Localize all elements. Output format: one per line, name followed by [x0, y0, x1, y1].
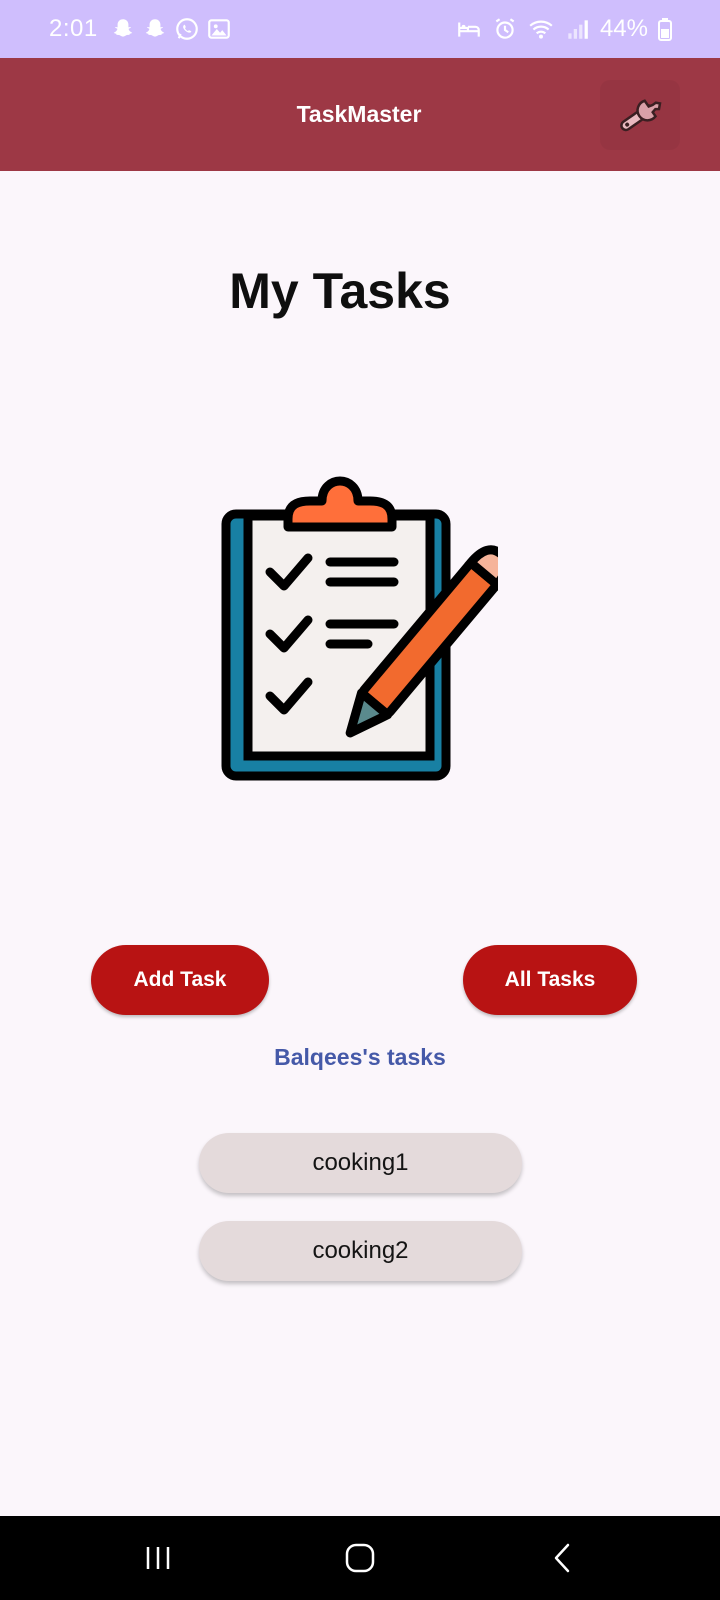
app-bar: TaskMaster: [0, 58, 720, 171]
system-status-icons: 44%: [456, 15, 672, 43]
signal-icon: [568, 20, 588, 39]
wifi-icon: [529, 20, 553, 39]
navigation-bar: [0, 1516, 720, 1600]
status-time: 2:01: [49, 15, 98, 42]
task-item[interactable]: cooking2: [199, 1221, 522, 1281]
page-title: My Tasks: [229, 263, 451, 319]
bed-icon: [458, 22, 480, 37]
home-icon: [345, 1543, 375, 1573]
user-tasks-label: Balqees's tasks: [274, 1044, 446, 1070]
add-task-button[interactable]: Add Task: [91, 945, 269, 1015]
settings-button[interactable]: [600, 80, 680, 150]
back-button[interactable]: [532, 1536, 592, 1580]
battery-percent: 44%: [599, 15, 648, 42]
snapchat-icon: [113, 19, 132, 37]
all-tasks-button[interactable]: All Tasks: [463, 945, 637, 1015]
gallery-icon: [207, 19, 230, 39]
notification-icons: [110, 16, 232, 42]
task-list: cooking1 cooking2: [199, 1133, 522, 1309]
whatsapp-icon: [175, 18, 198, 40]
home-button[interactable]: [330, 1536, 390, 1580]
snapchat-icon: [145, 19, 164, 37]
battery-icon: [658, 18, 672, 41]
wrench-icon: [620, 99, 662, 132]
task-item[interactable]: cooking1: [199, 1133, 522, 1193]
clipboard-checklist-icon: [221, 476, 498, 781]
alarm-icon: [495, 18, 515, 39]
recent-apps-button[interactable]: [128, 1536, 188, 1580]
back-icon: [554, 1543, 570, 1573]
status-bar: 2:01 44%: [0, 0, 720, 58]
recent-apps-icon: [146, 1547, 170, 1569]
